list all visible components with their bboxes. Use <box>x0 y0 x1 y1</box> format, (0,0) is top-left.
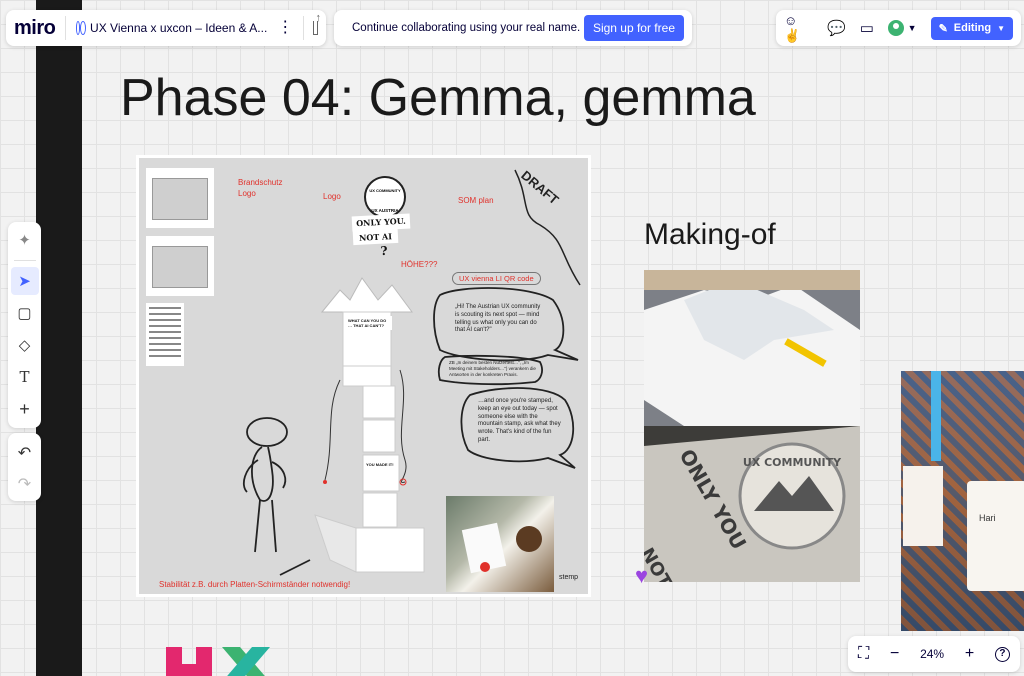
board-title[interactable]: UX Vienna x uxcon – Ideen & A... <box>90 21 267 35</box>
redo-icon[interactable]: ↷ <box>11 470 39 497</box>
ai-sparkle-icon[interactable]: ✦ <box>11 226 39 254</box>
stencil-arc-text: UX COMMUNITY <box>743 456 842 469</box>
chevron-down-icon[interactable]: ▼ <box>908 23 917 33</box>
speech-bubble-1: „Hi! The Austrian UX community is scouti… <box>455 304 541 334</box>
shapes-icon[interactable]: ◇ <box>11 331 39 359</box>
signup-button[interactable]: Sign up for free <box>583 15 684 41</box>
making-of-title: Making-of <box>644 218 776 251</box>
badge-name: Hari <box>979 513 996 523</box>
text-tool-icon[interactable]: T <box>11 363 39 391</box>
undo-icon[interactable]: ↶ <box>11 439 39 466</box>
zoom-out-icon[interactable]: − <box>890 645 899 663</box>
undo-redo-toolbar: ↶ ↷ <box>8 433 41 501</box>
ux-logo <box>166 647 270 676</box>
sticky-note-icon[interactable]: ▢ <box>11 299 39 327</box>
speech-bubble-2: ZB „In deinem besten Nutzertest…", „Im M… <box>449 360 536 377</box>
editing-mode-button[interactable]: ✎ Editing ▼ <box>930 16 1013 40</box>
fit-to-screen-icon[interactable]: ⛶ <box>858 645 869 663</box>
zoom-controls: ⛶ − 24% + ? <box>848 636 1020 672</box>
heart-reaction-icon[interactable]: ♥ <box>635 563 648 589</box>
reactions-icon[interactable]: ☺✌ <box>784 13 813 44</box>
you-made-it-text: YOU MADE IT! <box>366 462 396 467</box>
add-icon[interactable]: + <box>11 395 39 423</box>
select-cursor-icon[interactable]: ➤ <box>10 267 39 295</box>
pencil-icon: ✎ <box>938 22 948 35</box>
video-call-icon[interactable]: ▭ <box>860 19 874 37</box>
editing-chevron-icon: ▼ <box>997 23 1005 33</box>
making-of-photo-stencil[interactable]: UX COMMUNITY ONLY YOU NOT AI <box>644 426 860 582</box>
creation-toolbar: ✦ ➤ ▢ ◇ T + <box>8 222 41 428</box>
collab-banner: Continue collaborating using your real n… <box>334 10 692 46</box>
more-options-icon[interactable]: ⋮ <box>277 20 293 36</box>
stamp-photo[interactable] <box>446 496 554 592</box>
making-of-photo-badges[interactable]: Hari <box>901 371 1024 631</box>
comments-icon[interactable]: 💬 <box>827 19 846 37</box>
editing-label: Editing <box>953 22 992 34</box>
user-avatar[interactable] <box>887 20 904 36</box>
toolbar-separator <box>13 260 36 261</box>
globe-icon <box>75 21 85 35</box>
zoom-level[interactable]: 24% <box>920 647 944 661</box>
miro-logo[interactable]: miro <box>14 17 56 40</box>
speech-bubble-3: …and once you're stamped, keep an eye ou… <box>478 398 561 443</box>
collab-message: Continue collaborating using your real n… <box>352 22 581 34</box>
board-header: miro UX Vienna x uxcon – Ideen & A... ⋮ <box>6 10 326 46</box>
tower-top-text: WHAT CAN YOU DO … THAT AI CAN'T? <box>346 316 392 330</box>
stemp-label: stemp <box>559 574 579 581</box>
export-icon[interactable] <box>313 12 320 35</box>
collab-tools: ☺✌ 💬 ▭ ▼ ✎ Editing ▼ <box>776 10 1021 46</box>
making-of-photo-cutting[interactable] <box>644 270 860 426</box>
help-icon[interactable]: ? <box>994 646 1010 662</box>
zoom-in-icon[interactable]: + <box>965 645 974 663</box>
stability-note: Stabilität z.B. durch Platten-Schirmstän… <box>159 580 351 589</box>
